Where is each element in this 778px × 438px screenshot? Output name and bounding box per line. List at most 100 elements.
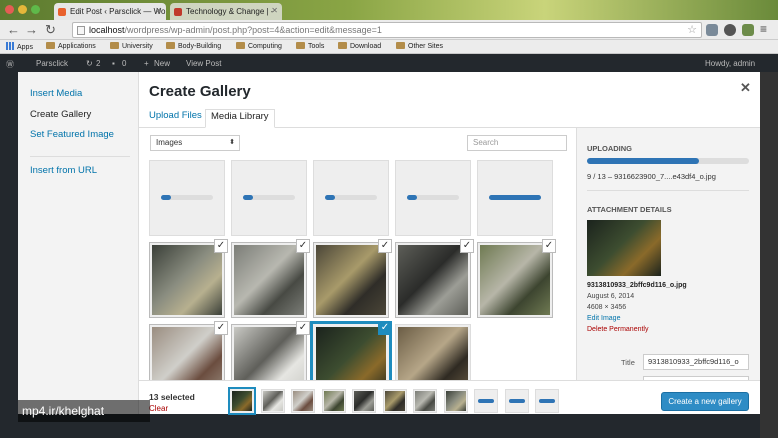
upload-status: 9 / 13 – 9316623900_7....e43df4_o.jpg [587, 172, 716, 181]
attachment-thumbnail[interactable]: ✓ [313, 321, 392, 380]
window-minimize-button[interactable] [18, 5, 27, 14]
plus-icon: + [144, 59, 149, 68]
selection-thumbnail[interactable] [474, 389, 498, 413]
bookmark-label: Apps [17, 44, 33, 51]
tab-media-library[interactable]: Media Library [205, 109, 275, 128]
bookmark-other-sites[interactable]: Other Sites [396, 42, 443, 50]
search-placeholder: Search [473, 138, 499, 147]
tab-close-icon[interactable]: ✕ [271, 6, 278, 15]
attachment-sidebar: UPLOADING 9 / 13 – 9316623900_7....e43df… [576, 128, 760, 380]
wp-admin-bar: Ⓦ Parsclick ↻ 2 ▪ 0 + New View Post Howd… [0, 54, 778, 72]
create-new-gallery-button[interactable]: Create a new gallery [661, 392, 749, 411]
forward-arrow-icon[interactable]: → [25, 22, 38, 38]
media-type-filter[interactable]: Images ⬍ [150, 135, 240, 151]
menu-set-featured-image[interactable]: Set Featured Image [30, 129, 114, 140]
attachment-thumbnail[interactable]: ✓ [313, 239, 392, 318]
settings-gear-icon[interactable] [724, 24, 736, 36]
selection-thumbnail[interactable] [291, 389, 315, 413]
attachment-thumbnail[interactable]: ✓ [149, 239, 228, 318]
check-icon[interactable]: ✓ [296, 321, 310, 335]
selection-thumbnail[interactable] [260, 389, 285, 413]
attachment-image [316, 245, 386, 315]
attachment-thumbnail[interactable]: ✓ [231, 239, 310, 318]
extension-icon[interactable] [742, 24, 754, 36]
upload-progress-bar [407, 195, 459, 200]
check-icon[interactable]: ✓ [214, 239, 228, 253]
check-icon[interactable]: ✓ [296, 239, 310, 253]
selection-thumbnail[interactable] [413, 389, 437, 413]
check-icon[interactable]: ✓ [214, 321, 228, 335]
attachment-thumbnail[interactable]: ✓ [477, 239, 556, 318]
selection-thumbnail[interactable] [504, 389, 529, 413]
menu-insert-media[interactable]: Insert Media [30, 88, 82, 99]
browser-tab-edit-post[interactable]: Edit Post ‹ Parsclick — Wo ✕ [54, 3, 166, 20]
extension-icon[interactable] [706, 24, 718, 36]
attachment-uploading [395, 160, 471, 236]
screen: Edit Post ‹ Parsclick — Wo ✕ Technology … [0, 0, 778, 438]
bookmark-star-icon[interactable]: ☆ [687, 23, 697, 37]
back-arrow-icon[interactable]: ← [7, 22, 20, 38]
bookmark-label: Computing [248, 43, 282, 50]
reload-icon[interactable]: ↻ [45, 22, 56, 38]
title-input[interactable]: 9313810933_2bffc9d116_o [643, 354, 749, 370]
selection-thumbnail[interactable] [443, 389, 468, 413]
attachment-thumbnail[interactable]: ✓ [395, 239, 474, 318]
menu-icon[interactable]: ≡ [760, 22, 767, 36]
upload-progress-bar [325, 195, 377, 200]
menu-separator [30, 156, 130, 157]
bookmark-tools[interactable]: Tools [296, 42, 324, 50]
attachment-image [152, 245, 222, 315]
upload-progress-fill [243, 195, 254, 200]
modal-title: Create Gallery [149, 83, 251, 100]
bookmark-body-building[interactable]: Body-Building [166, 42, 221, 50]
close-icon[interactable]: ✕ [740, 80, 751, 96]
admin-bar-new[interactable]: New [154, 59, 170, 68]
attachment-thumbnail[interactable] [395, 324, 471, 380]
bookmark-computing[interactable]: Computing [236, 42, 282, 50]
clear-selection-link[interactable]: Clear [149, 404, 168, 413]
admin-bar-view-post[interactable]: View Post [186, 59, 221, 68]
selection-thumbnail[interactable] [382, 389, 407, 413]
wordpress-logo-icon[interactable]: Ⓦ [6, 59, 14, 70]
selection-image [293, 391, 313, 411]
selection-image [445, 391, 466, 411]
search-input[interactable]: Search [467, 135, 567, 151]
selection-thumbnail[interactable] [352, 389, 376, 413]
bookmark-download[interactable]: Download [338, 42, 381, 50]
updates-icon[interactable]: ↻ [86, 59, 93, 68]
admin-bar-site[interactable]: Parsclick [36, 59, 68, 68]
menu-insert-from-url[interactable]: Insert from URL [30, 165, 97, 176]
browser-tab-technology[interactable]: Technology & Change | - ✕ [170, 3, 282, 20]
window-zoom-button[interactable] [31, 5, 40, 14]
menu-create-gallery[interactable]: Create Gallery [30, 109, 91, 120]
delete-permanently-link[interactable]: Delete Permanently [587, 326, 648, 333]
edit-image-link[interactable]: Edit Image [587, 315, 620, 322]
folder-icon [46, 42, 55, 49]
check-icon[interactable]: ✓ [460, 239, 474, 253]
upload-progress-fill [587, 158, 699, 164]
attachment-thumbnail[interactable]: ✓ [149, 321, 228, 380]
comments-icon[interactable]: ▪ [112, 59, 115, 68]
bookmark-applications[interactable]: Applications [46, 42, 96, 50]
check-icon[interactable]: ✓ [542, 239, 556, 253]
check-icon[interactable]: ✓ [378, 239, 392, 253]
attachment-thumbnail[interactable]: ✓ [231, 321, 310, 380]
attachment-uploading [477, 160, 553, 236]
wp-admin-menu [0, 72, 18, 438]
folder-icon [296, 42, 305, 49]
address-bar[interactable]: localhost/wordpress/wp-admin/post.php?po… [72, 22, 702, 38]
bookmark-label: Body-Building [178, 43, 222, 50]
bookmark-apps[interactable]: Apps [6, 42, 33, 51]
admin-bar-howdy[interactable]: Howdy, admin [705, 59, 755, 68]
selection-thumbnail[interactable] [535, 389, 559, 413]
media-toolbar: 13 selected Clear Create a new gallery [139, 380, 760, 414]
tab-upload-files[interactable]: Upload Files [144, 109, 207, 128]
tab-close-icon[interactable]: ✕ [155, 6, 162, 15]
window-close-button[interactable] [5, 5, 14, 14]
bookmark-university[interactable]: University [110, 42, 153, 50]
check-icon[interactable]: ✓ [378, 321, 392, 335]
selection-image [232, 391, 252, 411]
attachment-image [398, 327, 468, 380]
selection-thumbnail[interactable] [321, 389, 346, 413]
selection-thumbnail[interactable] [230, 389, 254, 413]
